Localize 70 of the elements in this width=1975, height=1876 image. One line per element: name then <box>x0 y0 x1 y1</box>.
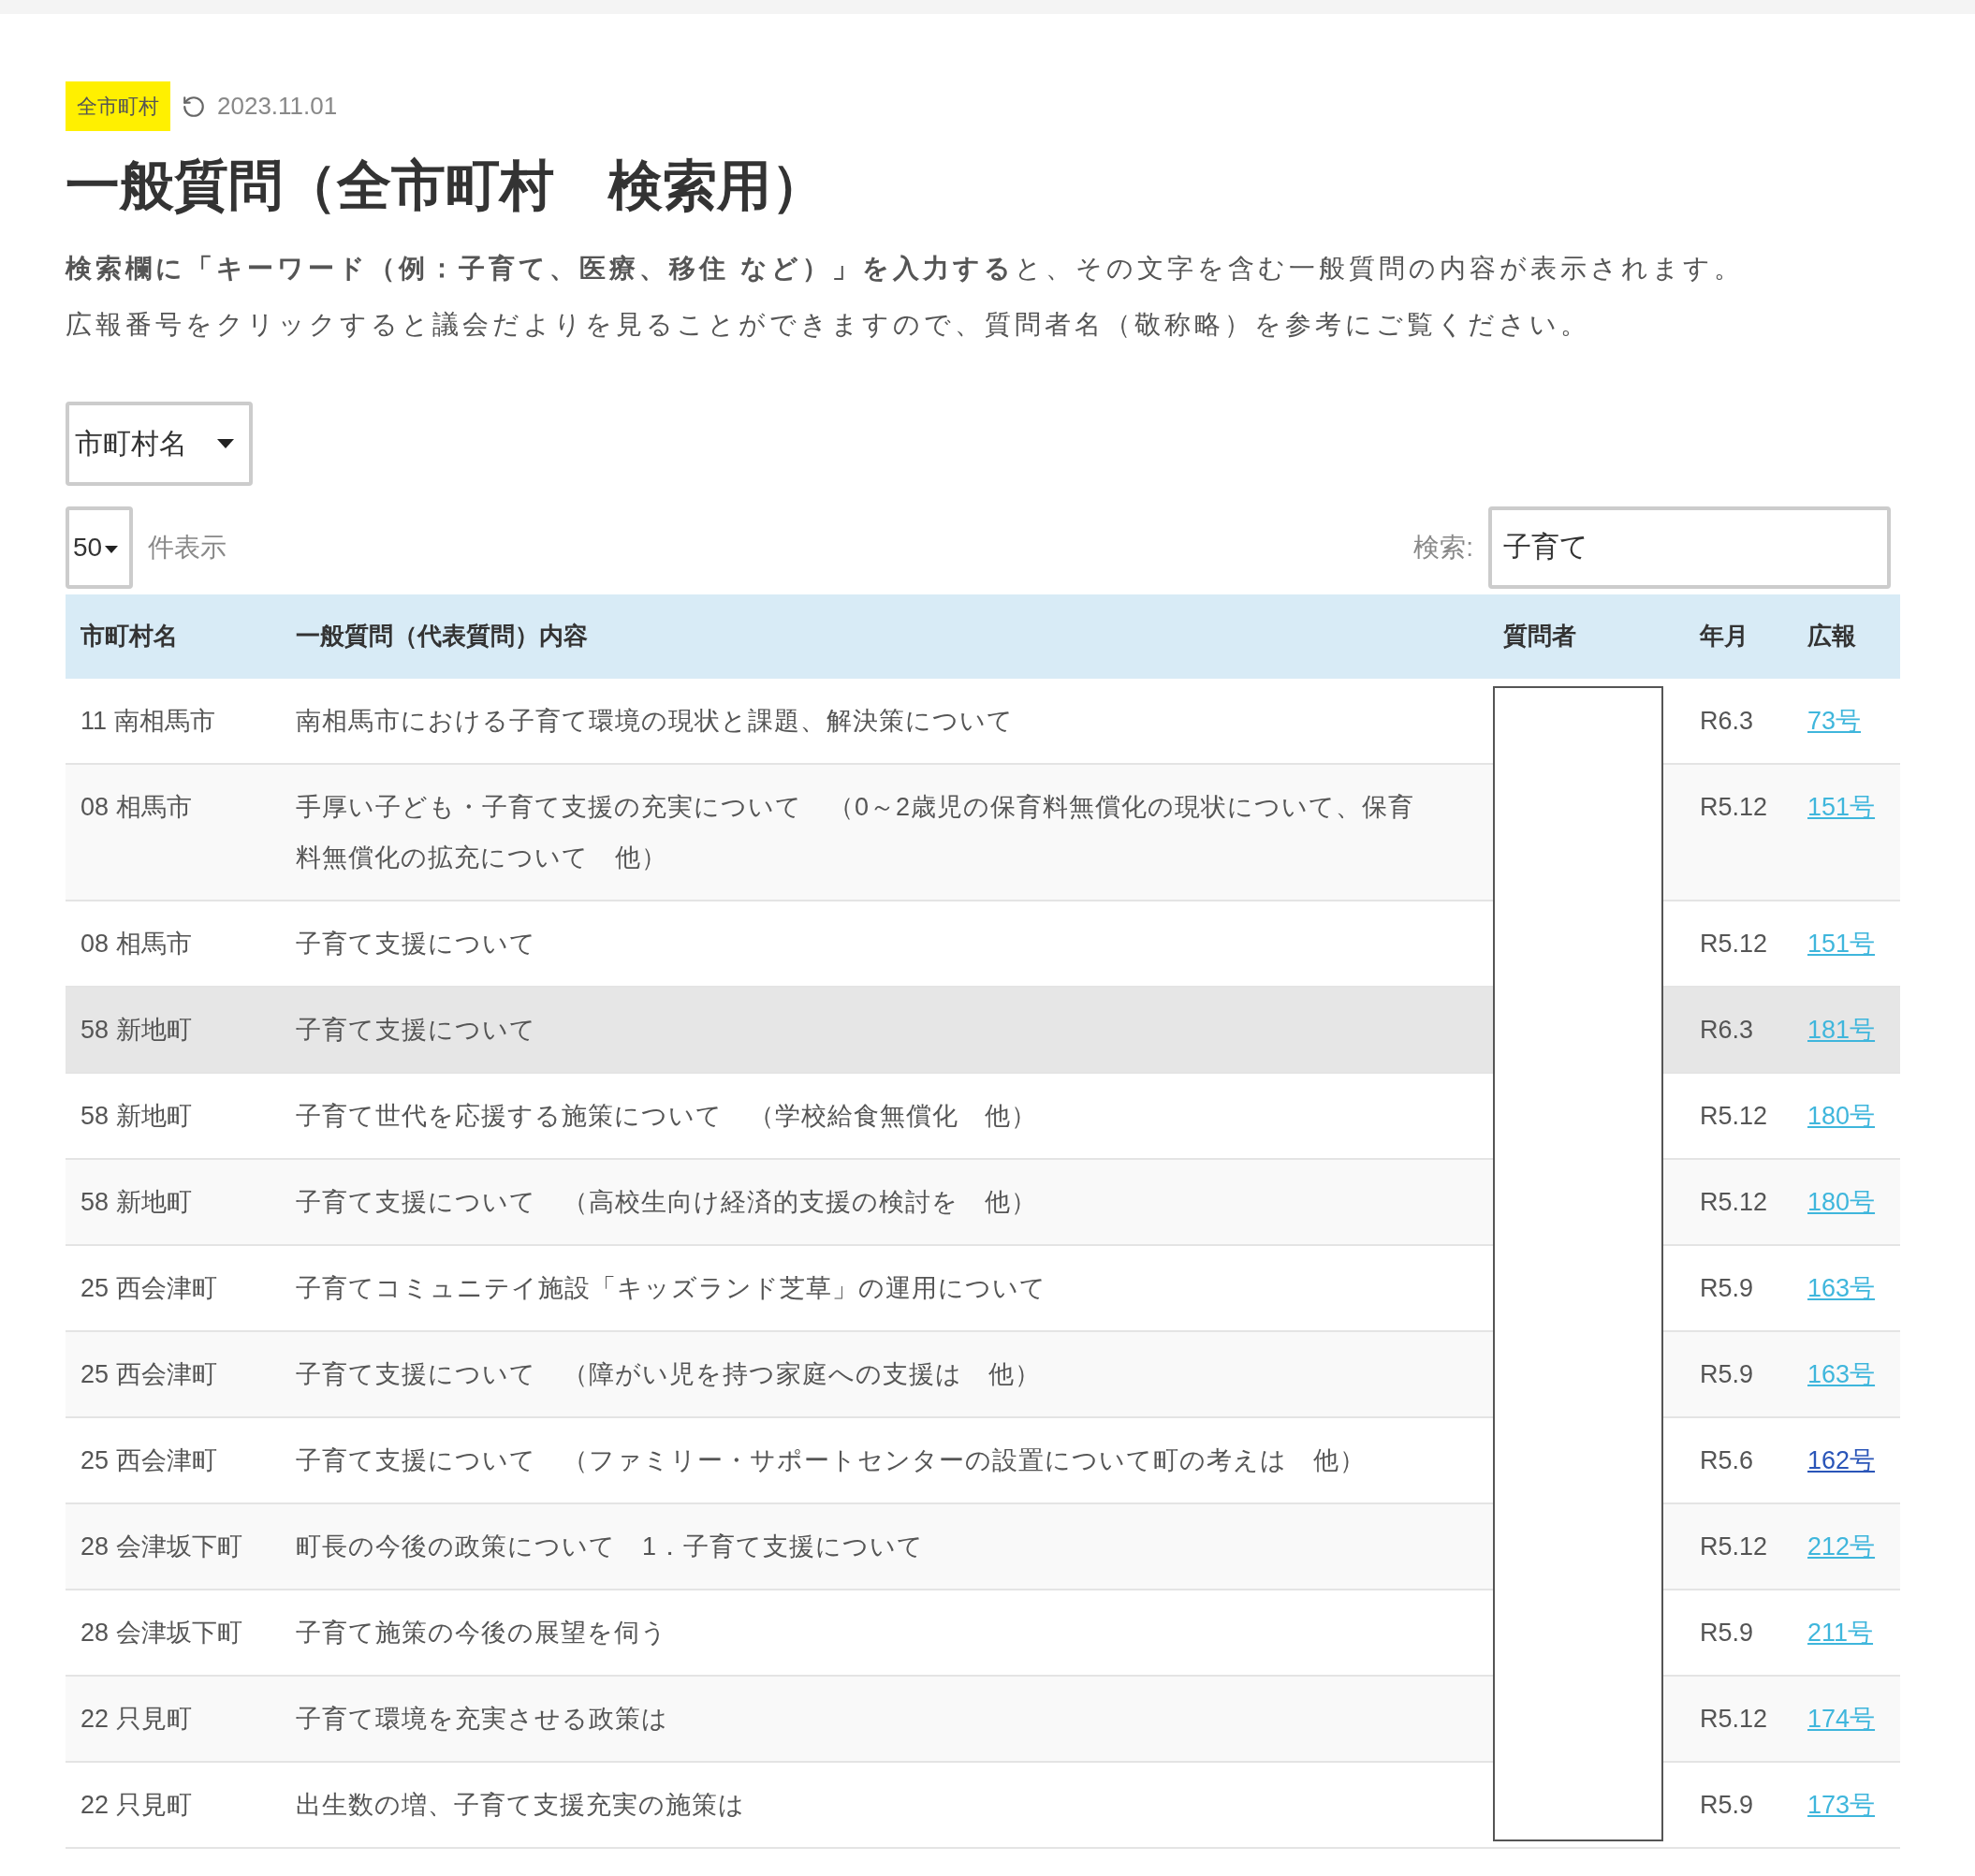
issue-link[interactable]: 151号 <box>1807 929 1876 958</box>
table-cell: 58 新地町 <box>66 1072 281 1159</box>
column-header[interactable]: 市町村名 <box>66 594 281 679</box>
page-length-select[interactable]: 50 <box>66 506 133 589</box>
table-cell: R5.12 <box>1685 1072 1792 1159</box>
table-cell: R5.12 <box>1685 1675 1792 1762</box>
issue-link[interactable]: 173号 <box>1807 1790 1876 1819</box>
description-text: 検索欄に「キーワード（例：子育て、医療、移住 など）」を入力すると、その文字を含む一般質問の内容が表示されます。 <box>66 252 1745 285</box>
search-field[interactable]: 子育て <box>1488 506 1891 589</box>
table-cell: 25 西会津町 <box>66 1330 281 1417</box>
table-cell: 08 相馬市 <box>66 900 281 987</box>
table-cell: R5.12 <box>1685 1158 1792 1245</box>
table-cell: 08 相馬市 <box>66 763 281 901</box>
page-length-label: 件表示 <box>148 531 227 564</box>
page-title: 一般質問（全市町村 検索用） <box>66 154 827 217</box>
table-cell: R5.9 <box>1685 1244 1792 1331</box>
table-cell: 出生数の増、子育て支援充実の施策は <box>281 1761 1488 1848</box>
issue-link[interactable]: 162号 <box>1807 1445 1876 1474</box>
issue-link[interactable]: 181号 <box>1807 1015 1876 1044</box>
table-cell: R5.9 <box>1685 1761 1792 1848</box>
column-header[interactable]: 広報 <box>1792 594 1900 679</box>
column-header[interactable]: 質問者 <box>1488 594 1685 679</box>
description-text: 広報番号をクリックすると議会だよりを見ることができますので、質問者名（敬称略）を参考にご覧ください。 <box>66 308 1591 341</box>
issue-link[interactable]: 212号 <box>1807 1532 1876 1561</box>
column-header[interactable]: 年月 <box>1685 594 1792 679</box>
issue-link[interactable]: 163号 <box>1807 1273 1876 1302</box>
table-cell: 子育てコミュニテイ施設「キッズランド芝草」の運用について <box>281 1244 1488 1331</box>
issue-link[interactable]: 180号 <box>1807 1187 1876 1216</box>
column-header[interactable]: 一般質問（代表質問）内容 <box>281 594 1488 679</box>
table-cell: 子育て支援について （高校生向け経済的支援の検討を 他） <box>281 1158 1488 1245</box>
table-cell: 25 西会津町 <box>66 1416 281 1503</box>
table-cell: 11 南相馬市 <box>66 678 281 764</box>
table-cell: R6.3 <box>1685 678 1792 764</box>
caret-icon <box>105 545 118 553</box>
table-cell: 子育て環境を充実させる政策は <box>281 1675 1488 1762</box>
table-cell: 子育て支援について <box>281 900 1488 987</box>
issue-link[interactable]: 163号 <box>1807 1359 1876 1388</box>
table-cell: 手厚い子ども・子育て支援の充実について （0～2歳児の保育料無償化の現状について、保育料無償化の拡充について 他） <box>281 763 1488 901</box>
table-cell: 28 会津坂下町 <box>66 1589 281 1676</box>
table-cell: R5.9 <box>1685 1589 1792 1676</box>
table-cell: 22 只見町 <box>66 1675 281 1762</box>
refresh-icon <box>182 94 206 119</box>
issue-link[interactable]: 174号 <box>1807 1704 1876 1733</box>
table-cell: 22 只見町 <box>66 1761 281 1848</box>
table-cell: 子育て施策の今後の展望を伺う <box>281 1589 1488 1676</box>
table-cell: 子育て支援について （障がい児を持つ家庭への支援は 他） <box>281 1330 1488 1417</box>
issue-link[interactable]: 151号 <box>1807 792 1876 821</box>
search-label: 検索: <box>1413 531 1473 564</box>
update-date: 2023.11.01 <box>217 91 338 122</box>
issue-link[interactable]: 211号 <box>1807 1618 1874 1647</box>
table-cell: R5.12 <box>1685 763 1792 901</box>
table-cell: R5.6 <box>1685 1416 1792 1503</box>
issue-link[interactable]: 180号 <box>1807 1101 1876 1130</box>
issue-link[interactable]: 73号 <box>1807 706 1862 735</box>
table-cell: 子育て支援について <box>281 986 1488 1073</box>
table-cell: 子育て世代を応援する施策について （学校給食無償化 他） <box>281 1072 1488 1159</box>
category-badge: 全市町村 <box>66 81 170 131</box>
municipality-select[interactable]: 市町村名 <box>66 401 253 486</box>
table-cell: 町長の今後の政策について 1．子育て支援について <box>281 1502 1488 1590</box>
table-cell: 25 西会津町 <box>66 1244 281 1331</box>
table-cell: 58 新地町 <box>66 986 281 1073</box>
table-cell: 子育て支援について （ファミリー・サポートセンターの設置について町の考えは 他） <box>281 1416 1488 1503</box>
table-cell: R6.3 <box>1685 986 1792 1073</box>
table-cell: 南相馬市における子育て環境の現状と課題、解決策について <box>281 678 1488 764</box>
table-cell: R5.9 <box>1685 1330 1792 1417</box>
table-cell: 58 新地町 <box>66 1158 281 1245</box>
caret-icon <box>217 438 234 448</box>
table-cell: R5.12 <box>1685 1502 1792 1590</box>
table-cell: R5.12 <box>1685 900 1792 987</box>
table-cell: 28 会津坂下町 <box>66 1502 281 1590</box>
